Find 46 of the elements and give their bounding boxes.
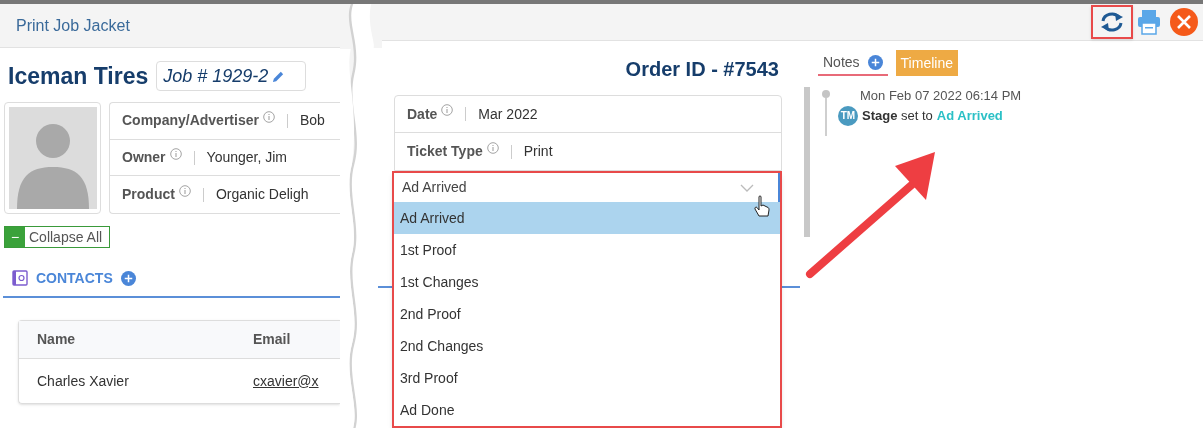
dropdown-option[interactable]: Ad Done xyxy=(394,394,780,426)
panel-tab[interactable]: Notes xyxy=(818,50,888,76)
user-avatar: TM xyxy=(838,105,858,126)
dropdown-option[interactable]: Ad Arrived xyxy=(394,202,780,234)
order-id: Order ID - #7543 xyxy=(625,57,779,82)
field-label: Company/Advertiser xyxy=(122,111,259,131)
printer-icon[interactable] xyxy=(1137,9,1161,35)
address-book-icon xyxy=(12,270,28,286)
timestamp: Mon Feb 07 2022 06:14 PM xyxy=(859,87,1022,105)
company-name: Iceman Tires xyxy=(8,61,149,91)
pencil-icon[interactable] xyxy=(272,69,286,83)
stage-value: Ad Arrived xyxy=(936,106,1003,125)
close-icon[interactable] xyxy=(1169,7,1199,37)
field-label: Date xyxy=(407,104,438,124)
job-number-field[interactable]: Job # 1929-2 xyxy=(156,61,307,91)
hand-cursor-icon xyxy=(754,195,770,219)
field-value: Bob xyxy=(299,111,325,131)
info-icon xyxy=(169,147,182,160)
section-title: CONTACTS xyxy=(36,268,113,288)
field-value: Mar 2022 xyxy=(478,104,538,124)
column-header: Name xyxy=(36,330,77,349)
column-header: Email xyxy=(253,330,291,349)
dropdown-option[interactable]: 3rd Proof xyxy=(394,362,780,394)
info-icon xyxy=(262,110,275,123)
chevron-down-icon xyxy=(740,183,754,192)
field-label: Product xyxy=(122,185,175,205)
table-cell-text: Charles Xavier xyxy=(36,371,130,391)
collapse-all-button[interactable]: − Collapse All xyxy=(4,226,110,248)
field-value: Organic Deligh xyxy=(215,185,309,205)
field-label: Owner xyxy=(122,148,166,167)
table-cell-text: cxavier@x xyxy=(253,371,319,391)
field-value: Print xyxy=(523,142,553,161)
refresh-icon[interactable] xyxy=(1099,11,1125,33)
dropdown-option[interactable]: 1st Proof xyxy=(394,234,780,266)
field-label: Ticket Type xyxy=(407,142,483,161)
add-icon[interactable] xyxy=(867,54,883,70)
info-icon xyxy=(441,104,454,116)
dropdown-option[interactable]: 2nd Proof xyxy=(394,298,780,330)
window-title: Print Job Jacket xyxy=(16,15,130,36)
timeline-text: Stage set to xyxy=(862,106,933,125)
dropdown-option[interactable]: 2nd Changes xyxy=(394,330,780,362)
info-icon xyxy=(486,141,499,154)
field-value: Younger, Jim xyxy=(206,148,287,167)
dropdown-option[interactable]: 1st Changes xyxy=(394,266,780,298)
info-icon xyxy=(178,184,191,197)
add-icon[interactable] xyxy=(120,270,136,286)
